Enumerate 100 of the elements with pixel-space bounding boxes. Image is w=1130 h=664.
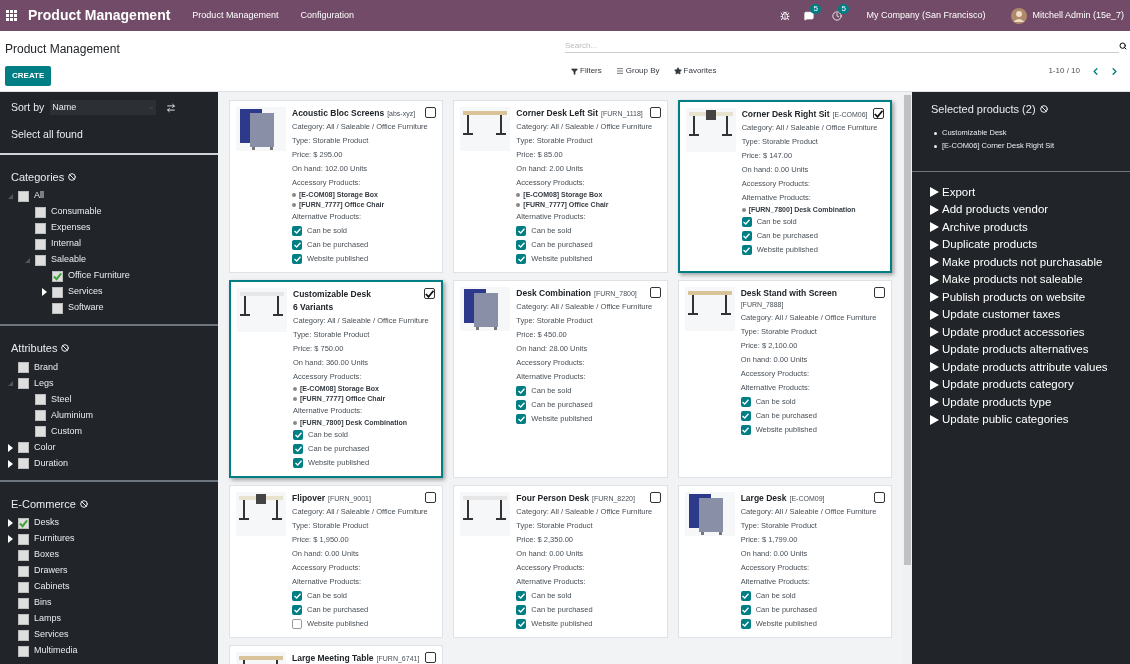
tree-item-label[interactable]: Legs bbox=[34, 376, 54, 391]
swap-order-icon[interactable] bbox=[166, 102, 177, 113]
tree-item-label[interactable]: Furnitures bbox=[34, 532, 75, 546]
action-link[interactable]: Publish products on website bbox=[930, 288, 1112, 306]
product-card[interactable] bbox=[229, 280, 444, 478]
checkbox[interactable] bbox=[52, 302, 63, 314]
action-link[interactable]: Export bbox=[930, 183, 1112, 201]
filter-dropdown[interactable]: Group By bbox=[609, 65, 660, 77]
checkbox[interactable] bbox=[35, 410, 46, 421]
checkbox[interactable] bbox=[35, 222, 46, 234]
tree-item-label[interactable]: Consumable bbox=[51, 205, 102, 219]
checkbox[interactable] bbox=[18, 597, 29, 609]
checkbox[interactable] bbox=[292, 605, 302, 615]
tree-item-label[interactable]: Multimedia bbox=[34, 644, 78, 658]
checkbox[interactable] bbox=[516, 254, 527, 264]
product-card[interactable] bbox=[677, 100, 892, 273]
checkbox[interactable] bbox=[18, 190, 29, 202]
checkbox[interactable] bbox=[35, 206, 46, 218]
pager-value[interactable]: 1-10 / 10 bbox=[1048, 65, 1080, 77]
checkbox[interactable] bbox=[18, 458, 29, 469]
checkbox[interactable] bbox=[516, 386, 527, 396]
select-checkbox[interactable] bbox=[874, 287, 885, 298]
select-checkbox[interactable] bbox=[874, 492, 885, 503]
next-page-icon[interactable] bbox=[1109, 65, 1120, 77]
chat-icon[interactable] bbox=[804, 10, 815, 21]
checkbox[interactable] bbox=[18, 645, 29, 657]
checkbox[interactable] bbox=[293, 430, 303, 440]
action-link[interactable]: Make products not purchasable bbox=[930, 253, 1112, 271]
tree-item-label[interactable]: Brand bbox=[34, 360, 59, 375]
checkbox[interactable] bbox=[740, 619, 751, 629]
filter-dropdown[interactable]: Favorites bbox=[667, 65, 717, 77]
tree-item-label[interactable]: Saleable bbox=[51, 253, 87, 267]
search-icon[interactable] bbox=[1119, 42, 1127, 50]
checkbox[interactable] bbox=[292, 591, 302, 601]
tree-item-label[interactable]: Steel bbox=[51, 392, 72, 407]
checkbox[interactable] bbox=[516, 226, 527, 236]
action-link[interactable]: Update products alternatives bbox=[930, 341, 1112, 359]
checkbox[interactable] bbox=[18, 629, 29, 641]
checkbox[interactable] bbox=[18, 533, 29, 545]
checkbox[interactable] bbox=[741, 245, 752, 255]
action-link[interactable]: Update products attribute values bbox=[930, 358, 1112, 376]
checkbox[interactable] bbox=[740, 425, 751, 435]
tree-item-label[interactable]: All bbox=[34, 189, 44, 203]
checkbox[interactable] bbox=[292, 226, 302, 236]
select-checkbox[interactable] bbox=[649, 287, 661, 298]
sort-select[interactable]: Name bbox=[50, 100, 157, 116]
checkbox[interactable] bbox=[516, 400, 527, 410]
select-checkbox[interactable] bbox=[649, 107, 661, 118]
scrollbar-thumb[interactable] bbox=[904, 95, 911, 565]
clear-icon[interactable] bbox=[1039, 105, 1048, 114]
select-checkbox[interactable] bbox=[873, 108, 884, 119]
filter-dropdown[interactable]: Filters bbox=[565, 65, 602, 77]
checkbox[interactable] bbox=[18, 613, 29, 625]
tree-item-label[interactable]: Services bbox=[68, 285, 103, 299]
checkbox[interactable] bbox=[740, 605, 751, 615]
checkbox[interactable] bbox=[18, 581, 29, 593]
create-button[interactable]: CREATE bbox=[5, 66, 52, 86]
tree-item-label[interactable]: Services bbox=[34, 628, 69, 642]
clear-icon[interactable] bbox=[61, 344, 70, 353]
select-checkbox[interactable] bbox=[425, 107, 437, 118]
checkbox[interactable] bbox=[516, 591, 527, 601]
tree-item-label[interactable]: Bins bbox=[34, 596, 52, 610]
select-checkbox[interactable] bbox=[425, 492, 437, 503]
checkbox[interactable] bbox=[18, 549, 29, 561]
action-link[interactable]: Update customer taxes bbox=[930, 306, 1112, 324]
checkbox[interactable] bbox=[52, 286, 63, 298]
action-link[interactable]: Update products type bbox=[930, 393, 1112, 411]
checkbox[interactable] bbox=[516, 619, 527, 629]
clock-icon[interactable] bbox=[832, 10, 843, 21]
select-checkbox[interactable] bbox=[424, 288, 436, 299]
tree-item-label[interactable]: Office Furniture bbox=[68, 269, 130, 283]
user-menu[interactable]: Mitchell Admin (15e_7) bbox=[1032, 8, 1124, 23]
checkbox[interactable] bbox=[292, 240, 302, 250]
checkbox[interactable] bbox=[35, 254, 46, 266]
clear-icon[interactable] bbox=[68, 172, 77, 181]
apps-grid-icon[interactable] bbox=[6, 10, 17, 21]
action-link[interactable]: Update products category bbox=[930, 376, 1112, 394]
tree-item-label[interactable]: Aluminium bbox=[51, 408, 93, 423]
checkbox[interactable] bbox=[18, 517, 29, 529]
tree-item-label[interactable]: Desks bbox=[34, 516, 59, 530]
action-link[interactable]: Update public categories bbox=[930, 411, 1112, 429]
checkbox[interactable] bbox=[35, 426, 46, 437]
action-link[interactable]: Duplicate products bbox=[930, 236, 1112, 254]
caret-right-icon[interactable] bbox=[7, 535, 13, 543]
checkbox[interactable] bbox=[292, 254, 302, 264]
caret-right-icon[interactable] bbox=[7, 459, 13, 468]
select-checkbox[interactable] bbox=[649, 492, 661, 503]
checkbox[interactable] bbox=[35, 238, 46, 250]
tree-item-label[interactable]: Duration bbox=[34, 456, 69, 471]
checkbox[interactable] bbox=[52, 270, 63, 282]
checkbox[interactable] bbox=[740, 397, 751, 407]
checkbox[interactable] bbox=[741, 231, 752, 241]
checkbox[interactable] bbox=[516, 414, 527, 424]
caret-right-icon[interactable] bbox=[7, 519, 13, 527]
checkbox[interactable] bbox=[18, 362, 29, 373]
checkbox[interactable] bbox=[293, 444, 303, 454]
tree-item-label[interactable]: Custom bbox=[51, 424, 82, 439]
search-field[interactable]: Search... bbox=[565, 39, 1119, 53]
company-switcher[interactable]: My Company (San Francisco) bbox=[866, 8, 986, 23]
checkbox[interactable] bbox=[741, 217, 752, 227]
